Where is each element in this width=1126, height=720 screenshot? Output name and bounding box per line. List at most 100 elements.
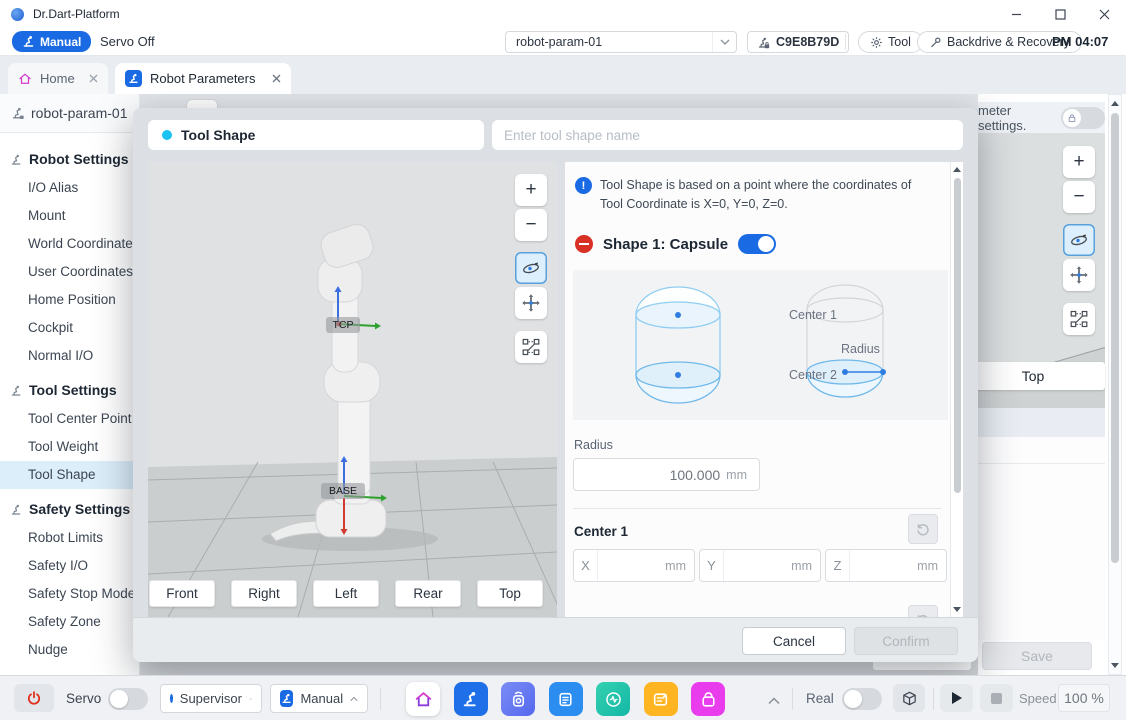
scrollbar-thumb[interactable] xyxy=(1111,113,1119,563)
speed-value-text: 100 % xyxy=(1064,690,1104,706)
center1-z-field[interactable]: Z mm xyxy=(825,549,947,582)
role-dropdown[interactable]: Supervisor xyxy=(160,684,262,713)
bg-top-view-label: Top xyxy=(1022,368,1045,384)
mode-dropdown[interactable]: Manual xyxy=(270,684,368,713)
maximize-button[interactable] xyxy=(1038,0,1082,28)
robot-icon xyxy=(10,153,23,166)
orbit-icon xyxy=(521,258,541,278)
center1-x-input[interactable] xyxy=(598,550,665,581)
center1-y-field[interactable]: Y mm xyxy=(699,549,821,582)
minimize-button[interactable] xyxy=(994,0,1038,28)
scrollbar-thumb[interactable] xyxy=(954,178,961,493)
bg-pan-button[interactable] xyxy=(1063,259,1095,291)
radius-input[interactable]: 100.000 mm xyxy=(573,458,760,491)
measure-icon xyxy=(521,337,541,357)
task-app-button[interactable] xyxy=(549,682,583,716)
power-icon xyxy=(26,690,42,706)
close-button[interactable] xyxy=(1082,0,1126,28)
tab-robot-parameters-close-icon[interactable] xyxy=(272,74,281,83)
page-scrollbar[interactable] xyxy=(1108,94,1122,675)
center1-reset-button[interactable] xyxy=(908,514,938,544)
zoom-in-button[interactable]: + xyxy=(515,174,547,206)
sim-3d-button[interactable] xyxy=(893,684,925,712)
view-right-button[interactable]: Right xyxy=(231,580,297,607)
scroll-down-icon[interactable] xyxy=(953,607,961,612)
store-app-button[interactable] xyxy=(691,682,725,716)
manual-mode-button[interactable]: Manual xyxy=(12,31,91,52)
sidebar-item-tool-center-point[interactable]: Tool Center Point xyxy=(0,405,139,433)
sidebar-item-safety-io[interactable]: Safety I/O xyxy=(0,552,139,580)
sidebar-item-safety-stop-modes[interactable]: Safety Stop Modes xyxy=(0,580,139,608)
servo-toggle[interactable] xyxy=(108,688,148,710)
bg-zoom-in-button[interactable]: + xyxy=(1063,146,1095,178)
sidebar-item-home-position[interactable]: Home Position xyxy=(0,286,139,314)
tool-button[interactable]: Tool xyxy=(858,31,923,53)
pendant-app-button[interactable] xyxy=(501,682,535,716)
robot-params-app-button[interactable] xyxy=(454,682,488,716)
tool-shape-name-input[interactable] xyxy=(492,120,963,150)
parameter-lock-toggle[interactable] xyxy=(1061,107,1105,129)
bg-top-view-button[interactable]: Top xyxy=(978,362,1105,390)
tab-home[interactable]: Home xyxy=(8,63,108,94)
bg-measure-button[interactable] xyxy=(1063,303,1095,335)
stop-button[interactable] xyxy=(980,684,1013,712)
center1-x-field[interactable]: X mm xyxy=(573,549,695,582)
speed-value[interactable]: 100 % xyxy=(1058,684,1110,712)
param-file-dropdown[interactable]: robot-param-01 xyxy=(505,31,737,53)
dock-collapse-button[interactable] xyxy=(768,692,780,710)
sidebar-item-tool-weight[interactable]: Tool Weight xyxy=(0,433,139,461)
view-rear-button[interactable]: Rear xyxy=(395,580,461,607)
center2-reset-button[interactable] xyxy=(908,605,938,617)
view-front-button[interactable]: Front xyxy=(149,580,215,607)
tab-robot-parameters[interactable]: Robot Parameters xyxy=(115,63,291,94)
pan-icon xyxy=(521,293,541,313)
play-button[interactable] xyxy=(940,684,973,712)
bg-zoom-out-button[interactable]: − xyxy=(1063,181,1095,213)
view-left-button[interactable]: Left xyxy=(313,580,379,607)
sidebar-item-io-alias[interactable]: I/O Alias xyxy=(0,174,139,202)
panel-scrollbar[interactable] xyxy=(950,162,963,617)
home-app-button[interactable] xyxy=(406,682,440,716)
window-title: Dr.Dart-Platform xyxy=(33,7,120,21)
sidebar-item-world-coordinates[interactable]: World Coordinates xyxy=(0,230,139,258)
view-top-button[interactable]: Top xyxy=(477,580,543,607)
scroll-down-icon[interactable] xyxy=(1111,663,1119,668)
nav-section-robot-settings: Robot Settings xyxy=(0,144,139,174)
measure-button[interactable] xyxy=(515,331,547,363)
sidebar-item-nudge[interactable]: Nudge xyxy=(0,636,139,664)
center1-y-input[interactable] xyxy=(724,550,791,581)
radius-field-label: Radius xyxy=(574,438,613,452)
sidebar-item-tool-shape[interactable]: Tool Shape xyxy=(0,461,139,489)
toolbar-divider xyxy=(845,34,846,50)
bg-orbit-button[interactable] xyxy=(1063,224,1095,256)
sidebar-item-mount[interactable]: Mount xyxy=(0,202,139,230)
power-button[interactable] xyxy=(14,684,54,712)
scroll-up-icon[interactable] xyxy=(953,167,961,172)
sidebar-item-user-coordinates[interactable]: User Coordinates xyxy=(0,258,139,286)
orbit-button[interactable] xyxy=(515,252,547,284)
zoom-out-button[interactable]: − xyxy=(515,209,547,241)
sidebar-item-robot-limits[interactable]: Robot Limits xyxy=(0,524,139,552)
sidebar-item-cockpit[interactable]: Cockpit xyxy=(0,314,139,342)
device-id-button[interactable]: C9E8B79D xyxy=(747,31,849,53)
view-right-label: Right xyxy=(248,586,280,601)
robot-3d-viewer[interactable]: TCP BASE + − Front Right Left Rear Top xyxy=(148,162,557,617)
confirm-button[interactable]: Confirm xyxy=(854,627,958,655)
capsule-diagram: Center 1 Center 2 Radius xyxy=(573,270,948,420)
center1-z-input[interactable] xyxy=(850,550,917,581)
scroll-up-icon[interactable] xyxy=(1111,101,1119,106)
tab-home-close-icon[interactable] xyxy=(89,74,98,83)
sidebar-item-normal-io[interactable]: Normal I/O xyxy=(0,342,139,370)
nav-section-tool-settings: Tool Settings xyxy=(0,375,139,405)
cancel-button[interactable]: Cancel xyxy=(742,627,846,655)
save-button[interactable]: Save xyxy=(982,642,1092,670)
real-mode-toggle[interactable] xyxy=(842,688,882,710)
pan-button[interactable] xyxy=(515,287,547,319)
plus-icon: + xyxy=(525,179,536,201)
shape-1-toggle[interactable] xyxy=(738,234,776,254)
remove-shape-icon[interactable] xyxy=(575,235,593,253)
tab-robot-parameters-label: Robot Parameters xyxy=(150,71,264,86)
sidebar-item-safety-zone[interactable]: Safety Zone xyxy=(0,608,139,636)
monitoring-app-button[interactable] xyxy=(596,682,630,716)
log-app-button[interactable] xyxy=(644,682,678,716)
